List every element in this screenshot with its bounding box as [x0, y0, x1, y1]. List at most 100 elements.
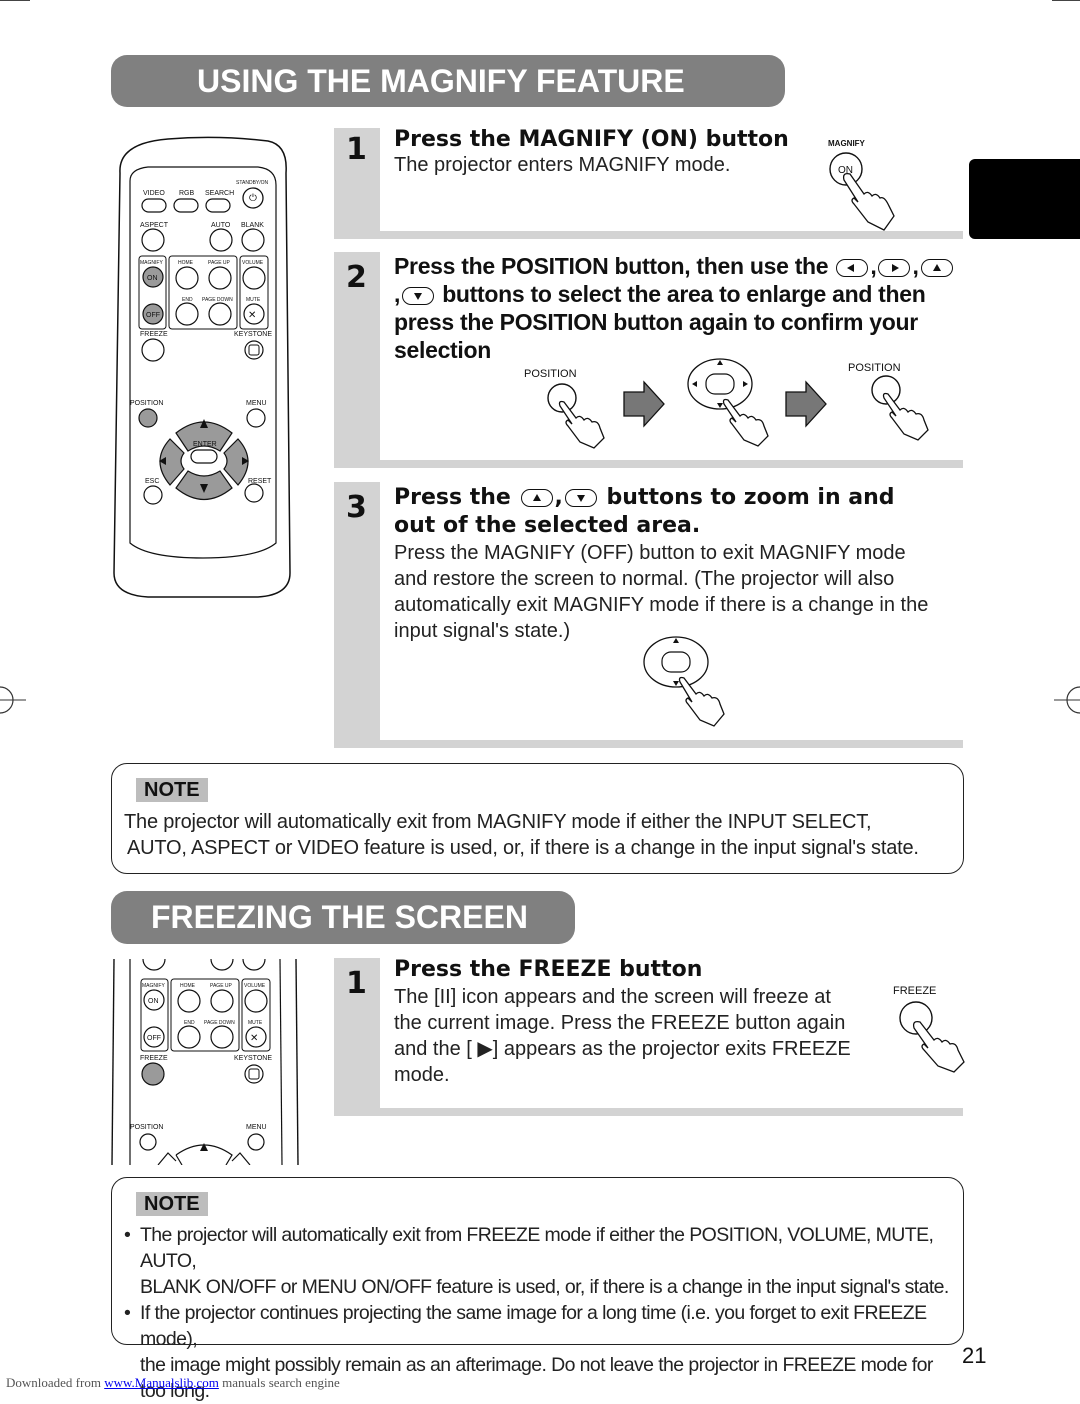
remote-label-freeze: FREEZE: [140, 331, 168, 338]
svg-text:OFF: OFF: [147, 1035, 161, 1042]
svg-text:HOME: HOME: [180, 983, 196, 989]
remote-label-off: OFF: [146, 312, 160, 319]
arrow-right-icon: [623, 380, 665, 428]
remote-freeze-button: [141, 338, 165, 362]
zoom-direction-pad-illustration: [643, 636, 725, 727]
step-heading-text: Press the: [394, 485, 511, 510]
remote-video-button: [141, 198, 167, 213]
mute-icon: ✕: [250, 1033, 258, 1044]
right-button-icon: [878, 258, 911, 277]
step-body-line: and restore the screen to normal. (The p…: [394, 568, 895, 590]
svg-text:PAGE UP: PAGE UP: [210, 983, 233, 989]
bullet-icon: •: [124, 1224, 131, 1246]
remote-control-illustration: STANDBY/ON ⏻ VIDEO RGB SEARCH ASPECT AUT…: [113, 136, 291, 598]
step-number: 3: [346, 490, 367, 525]
remote-reset-button: [244, 483, 264, 503]
note-line: If the projector continues projecting th…: [140, 1302, 927, 1350]
remote-menu-button: [246, 408, 266, 428]
registration-mark-right: [1054, 686, 1080, 714]
position-label: POSITION: [524, 368, 577, 380]
section-title-freeze: FREEZING THE SCREEN: [111, 891, 575, 944]
remote-label-on: ON: [147, 275, 158, 282]
magnify-step-3: 3 Press the , buttons to zoom in and out…: [334, 482, 963, 748]
step-heading-text: out of the selected area.: [394, 513, 701, 538]
magnify-note: NOTE The projector will automatically ex…: [111, 763, 964, 874]
remote-label-page-up: PAGE UP: [208, 260, 231, 266]
remote-rgb-button: [173, 198, 199, 213]
magnify-step-2: 2 Press the POSITION button, then use th…: [334, 252, 963, 468]
manualslib-link[interactable]: www.Manualslib.com: [104, 1375, 219, 1390]
remote-label-standby: STANDBY/ON: [236, 180, 269, 186]
remote-label-auto: AUTO: [211, 222, 231, 229]
footer-suffix: manuals search engine: [222, 1375, 340, 1390]
svg-text:MAGNIFY: MAGNIFY: [142, 983, 165, 989]
step-body-line: the current image. Press the FREEZE butt…: [394, 1012, 846, 1034]
step-body: The projector enters MAGNIFY mode.: [394, 154, 731, 176]
press-magnify-on-illustration: MAGNIFY ON: [828, 139, 895, 231]
remote-label-blank: BLANK: [241, 222, 264, 229]
pressing-hand-icon: [882, 392, 929, 441]
note-line: AUTO, ASPECT or VIDEO feature is used, o…: [127, 837, 919, 859]
magnify-step-1: 1 Press the MAGNIFY (ON) button The proj…: [334, 127, 963, 239]
remote-label-magnify: MAGNIFY: [140, 260, 163, 266]
step-heading: Press the MAGNIFY (ON) button: [394, 127, 789, 152]
remote-search-button: [205, 198, 231, 213]
down-button-icon: [402, 286, 435, 305]
remote-control-partial-illustration: MAGNIFY HOME PAGE UP VOLUME ON END PAGE …: [111, 958, 299, 1165]
remote-position-button: [138, 408, 158, 428]
pressing-hand-icon: [558, 400, 605, 449]
up-button-icon: [920, 258, 953, 277]
note-line: The projector will automatically exit fr…: [140, 1224, 934, 1272]
remote-label-end: END: [182, 297, 193, 303]
step-number: 2: [346, 260, 367, 295]
pressing-hand-icon: [678, 676, 725, 727]
pressing-hand-icon: [912, 1020, 965, 1073]
remote-blank-button: [241, 228, 265, 252]
pressing-hand-icon: [842, 172, 895, 231]
freeze-note: NOTE • The projector will automatically …: [111, 1177, 964, 1402]
remote-label-rgb: RGB: [179, 190, 195, 197]
remote-esc-button: [143, 485, 163, 505]
left-button-icon: [836, 258, 869, 277]
remote-freeze-button-highlighted: [141, 1062, 165, 1086]
pressing-hand-icon: [722, 398, 769, 447]
remote-label-aspect: ASPECT: [140, 222, 169, 229]
remote-auto-button: [209, 228, 233, 252]
svg-text:PAGE DOWN: PAGE DOWN: [204, 1020, 235, 1026]
up-button-icon: [520, 489, 553, 507]
step-heading-text: press the POSITION button again to confi…: [394, 309, 918, 335]
remote-label-enter: ENTER: [193, 441, 217, 448]
step-number: 1: [346, 966, 367, 1001]
remote-label-home: HOME: [178, 260, 194, 266]
chapter-thumb-tab: [969, 159, 1080, 239]
step-heading-text: buttons to zoom in and: [606, 485, 895, 510]
note-line: The projector will automatically exit fr…: [124, 811, 872, 833]
remote-aspect-button: [141, 228, 165, 252]
mute-icon: ✕: [248, 310, 256, 321]
step-heading: Press the FREEZE button: [394, 957, 703, 982]
freeze-label: FREEZE: [893, 985, 936, 997]
step-heading-text: Press the POSITION button, then use the: [394, 253, 829, 279]
remote-label-search: SEARCH: [205, 190, 234, 197]
remote-label-menu: MENU: [246, 400, 267, 407]
remote-label-position: POSITION: [130, 400, 163, 407]
step-number: 1: [346, 132, 367, 167]
note-bullet: • The projector will automatically exit …: [124, 1222, 959, 1300]
remote-enter-button: [190, 449, 218, 464]
svg-text:FREEZE: FREEZE: [140, 1055, 168, 1062]
step-body-line: automatically exit MAGNIFY mode if there…: [394, 594, 929, 616]
arrow-right-icon: [785, 380, 827, 428]
svg-text:ON: ON: [148, 998, 159, 1005]
svg-text:VOLUME: VOLUME: [244, 983, 266, 989]
down-button-icon: [564, 489, 597, 507]
position-sequence-illustration: POSITION POSITION: [524, 358, 929, 449]
svg-text:MUTE: MUTE: [248, 1020, 263, 1026]
remote-label-mute: MUTE: [246, 297, 261, 303]
registration-mark-left: [0, 686, 26, 714]
footer: Downloaded from www.Manualslib.com manua…: [6, 1375, 340, 1391]
section-title-text: USING THE MAGNIFY FEATURE: [197, 62, 685, 99]
page-number: 21: [962, 1343, 987, 1368]
note-line: BLANK ON/OFF or MENU ON/OFF feature is u…: [140, 1276, 949, 1298]
svg-text:KEYSTONE: KEYSTONE: [234, 1055, 272, 1062]
footer-prefix: Downloaded from: [6, 1375, 101, 1390]
